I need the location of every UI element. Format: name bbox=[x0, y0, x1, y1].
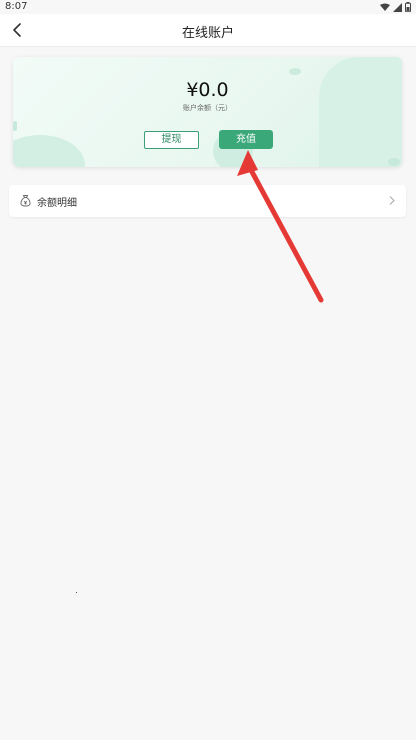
card-decoration bbox=[13, 135, 85, 167]
nav-bar: 在线账户 bbox=[0, 14, 416, 47]
page-title: 在线账户 bbox=[181, 26, 234, 41]
status-time: 8:07 bbox=[5, 1, 28, 12]
card-decoration bbox=[388, 158, 400, 166]
status-icons bbox=[380, 2, 411, 12]
money-bag-icon bbox=[20, 195, 31, 207]
balance-amount: ¥0.0 bbox=[186, 79, 229, 101]
wifi-icon bbox=[380, 3, 390, 11]
balance-detail-item[interactable]: 余额明细 bbox=[9, 185, 406, 217]
card-decoration bbox=[289, 68, 301, 75]
battery-icon bbox=[405, 2, 411, 12]
balance-label: 账户余额（元） bbox=[183, 104, 232, 112]
recharge-button[interactable]: 充值 bbox=[219, 130, 273, 149]
status-bar: 8:07 bbox=[0, 0, 416, 14]
withdraw-button[interactable]: 提现 bbox=[144, 131, 199, 149]
signal-icon bbox=[393, 2, 402, 12]
balance-detail-label: 余额明细 bbox=[37, 198, 77, 209]
chevron-right-icon bbox=[389, 196, 395, 205]
stray-dot bbox=[76, 592, 77, 593]
card-decoration bbox=[13, 121, 17, 131]
balance-card: ¥0.0 账户余额（元） 提现 充值 bbox=[13, 57, 402, 167]
